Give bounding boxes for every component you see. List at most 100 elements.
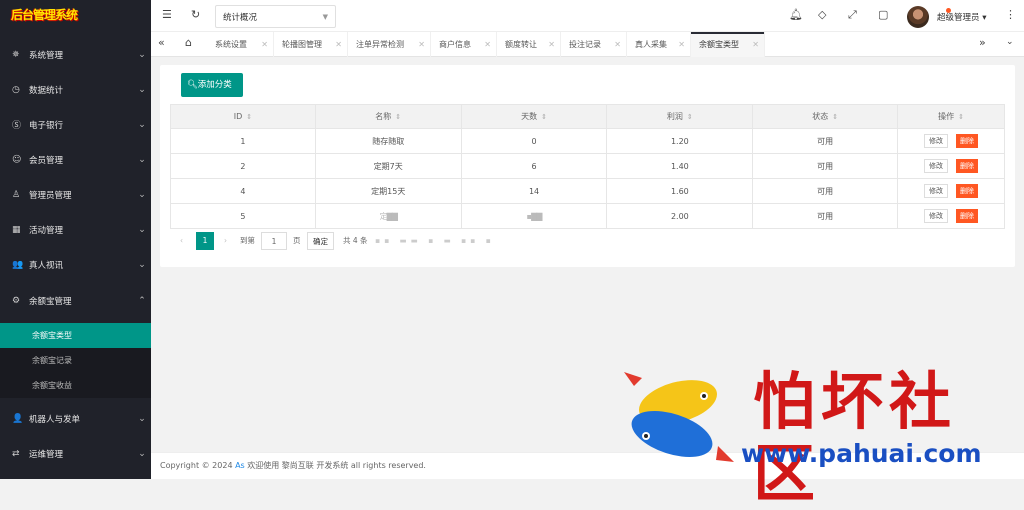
lock-icon[interactable]: ▢: [878, 8, 888, 21]
close-icon[interactable]: ✕: [752, 32, 759, 57]
tab-5[interactable]: 投注记录 ✕: [561, 32, 627, 57]
edit-button[interactable]: 修改: [924, 184, 949, 198]
menu-arrow-icon: ⌄: [138, 154, 146, 165]
close-icon[interactable]: ✕: [261, 32, 268, 57]
cell-profit: 1.40: [606, 153, 754, 179]
sidebar-item-2[interactable]: Ⓢ 电子银行 ⌄: [0, 107, 151, 142]
cell-status: 可用: [752, 178, 899, 204]
add-category-button[interactable]: 🔍︎添加分类: [181, 73, 243, 97]
user-menu[interactable]: 超级管理员 ▾: [937, 11, 986, 23]
footer-copyright: Copyright © 2024: [160, 461, 236, 470]
edit-button[interactable]: 修改: [924, 209, 949, 223]
goto-confirm-button[interactable]: 确定: [307, 232, 334, 250]
column-header[interactable]: 名称 ⇕: [314, 104, 462, 129]
cell-status: 可用: [752, 153, 899, 179]
column-header[interactable]: 操作 ⇕: [897, 104, 1005, 129]
tab-label: 额度转让: [505, 40, 537, 49]
close-icon[interactable]: ✕: [418, 32, 425, 57]
tab-1[interactable]: 轮播图管理 ✕: [274, 32, 348, 57]
menu-arrow-icon: ⌄: [138, 49, 146, 60]
watermark: 怕坏社区 www.pahuai.com: [620, 366, 1024, 510]
data-table: ID ⇕ 名称 ⇕ 天数 ⇕ 利润 ⇕ 状态 ⇕ 操作 ⇕ 1 随存随取 0 1.20 可用 修改 删除 2 定期7天…: [170, 104, 1005, 229]
cell-days: ▪▇▇: [460, 203, 608, 229]
tab-bar: « ⌂ » ⌄ 系统设置 ✕ 轮播图管理 ✕ 注单异常检测 ✕ 商户信息 ✕ 额度转让 ✕ 投注记录…: [151, 32, 1024, 57]
tab-label: 轮播图管理: [282, 40, 322, 49]
refresh-icon[interactable]: ↻: [191, 8, 200, 21]
cell-profit: 1.60: [606, 178, 754, 204]
menu-arrow-icon: ⌄: [138, 259, 146, 270]
column-header[interactable]: 状态 ⇕: [752, 104, 899, 129]
sidebar-item-1[interactable]: ◷ 数据统计 ⌄: [0, 72, 151, 107]
submenu-item-1[interactable]: 余额宝记录: [0, 348, 151, 373]
cell-status: 可用: [752, 203, 899, 229]
menu-icon: ✵: [12, 49, 20, 60]
sidebar-item-7[interactable]: ⚙ 余额宝管理 ⌃: [0, 283, 151, 318]
menu-icon: Ⓢ: [12, 121, 22, 131]
close-icon[interactable]: ✕: [548, 32, 555, 57]
goto-page-input[interactable]: 1: [261, 232, 287, 250]
sidebar-item-0[interactable]: ✵ 系统管理 ⌄: [0, 37, 151, 72]
tag-icon[interactable]: ◇: [818, 8, 826, 21]
avatar[interactable]: [907, 6, 929, 28]
sort-icon[interactable]: ⇕: [246, 113, 252, 121]
sidebar-item-6[interactable]: 👥 真人视讯 ⌄: [0, 247, 151, 282]
sort-icon[interactable]: ⇕: [832, 113, 838, 121]
edit-button[interactable]: 修改: [924, 134, 949, 148]
column-header[interactable]: 利润 ⇕: [606, 104, 754, 129]
tabs-scroll-right-icon[interactable]: »: [979, 36, 986, 49]
sidebar-item-5[interactable]: ▦ 活动管理 ⌄: [0, 212, 151, 247]
sidebar-item-9[interactable]: ⇄ 运维管理 ⌄: [0, 436, 151, 471]
close-icon[interactable]: ✕: [678, 32, 685, 57]
submenu-item-0[interactable]: 余额宝类型: [0, 323, 151, 348]
column-header[interactable]: 天数 ⇕: [460, 104, 608, 129]
sort-icon[interactable]: ⇕: [958, 113, 964, 121]
bell-icon[interactable]: 🔔︎: [789, 8, 803, 21]
tab-0[interactable]: 系统设置 ✕: [207, 32, 274, 57]
cell-id: 2: [170, 153, 316, 179]
menu-arrow-icon: ⌄: [138, 224, 146, 235]
menu-arrow-icon: ⌄: [138, 119, 146, 130]
delete-button[interactable]: 删除: [956, 134, 979, 148]
sort-icon[interactable]: ⇕: [687, 113, 693, 121]
tabs-scroll-left-icon[interactable]: «: [158, 36, 165, 49]
sidebar-item-3[interactable]: ☺ 会员管理 ⌄: [0, 142, 151, 177]
sidebar: 后台管理系统 ✵ 系统管理 ⌄ ◷ 数据统计 ⌄ Ⓢ 电子银行 ⌄ ☺ 会员管理 ⌄ ♙ 管理员管理 ⌄ ▦ 活…: [0, 0, 151, 479]
fullscreen-icon[interactable]: ⤢: [848, 8, 857, 22]
sort-icon[interactable]: ⇕: [541, 113, 547, 121]
cell-name: 随存随取: [314, 128, 462, 154]
footer-link[interactable]: As: [235, 461, 245, 470]
next-page-icon[interactable]: ›: [224, 232, 227, 250]
menu-icon: ◷: [12, 84, 20, 95]
tab-7[interactable]: 余额宝类型 ✕: [691, 32, 765, 57]
home-icon[interactable]: ⌂: [185, 36, 192, 49]
close-icon[interactable]: ✕: [335, 32, 342, 57]
sidebar-item-4[interactable]: ♙ 管理员管理 ⌄: [0, 177, 151, 212]
tab-6[interactable]: 真人采集 ✕: [627, 32, 691, 57]
tab-label: 注单异常检测: [356, 40, 404, 49]
column-header[interactable]: ID ⇕: [170, 104, 316, 129]
delete-button[interactable]: 删除: [956, 159, 979, 173]
sidebar-item-label: 余额宝管理: [29, 296, 72, 307]
submenu-item-2[interactable]: 余额宝收益: [0, 373, 151, 398]
page-current[interactable]: 1: [196, 232, 214, 250]
edit-button[interactable]: 修改: [924, 159, 949, 173]
delete-button[interactable]: 删除: [956, 184, 979, 198]
delete-button[interactable]: 删除: [956, 209, 979, 223]
tab-2[interactable]: 注单异常检测 ✕: [348, 32, 431, 57]
prev-page-icon[interactable]: ‹: [180, 232, 183, 250]
collapse-menu-icon[interactable]: ☰: [162, 8, 172, 21]
tabs-menu-icon[interactable]: ⌄: [1006, 37, 1014, 47]
tab-3[interactable]: 商户信息 ✕: [431, 32, 497, 57]
sidebar-item-8[interactable]: 👤 机器人与发单 ⌄: [0, 401, 151, 436]
close-icon[interactable]: ✕: [614, 32, 621, 57]
cell-actions: 修改 删除: [897, 203, 1005, 229]
close-icon[interactable]: ✕: [484, 32, 491, 57]
overview-select[interactable]: 统计概况 ▼: [215, 5, 336, 28]
menu-icon: ♙: [12, 189, 21, 200]
tab-4[interactable]: 额度转让 ✕: [497, 32, 561, 57]
content-card: 🔍︎添加分类 ID ⇕ 名称 ⇕ 天数 ⇕ 利润 ⇕ 状态 ⇕ 操作 ⇕ 1 随存随取 0 1.20 可用 修改…: [160, 65, 1015, 267]
more-vertical-icon[interactable]: ⋮: [1005, 8, 1016, 21]
menu-arrow-icon: ⌄: [138, 84, 146, 95]
sort-icon[interactable]: ⇕: [395, 113, 401, 121]
goto-label: 到第: [240, 236, 255, 245]
